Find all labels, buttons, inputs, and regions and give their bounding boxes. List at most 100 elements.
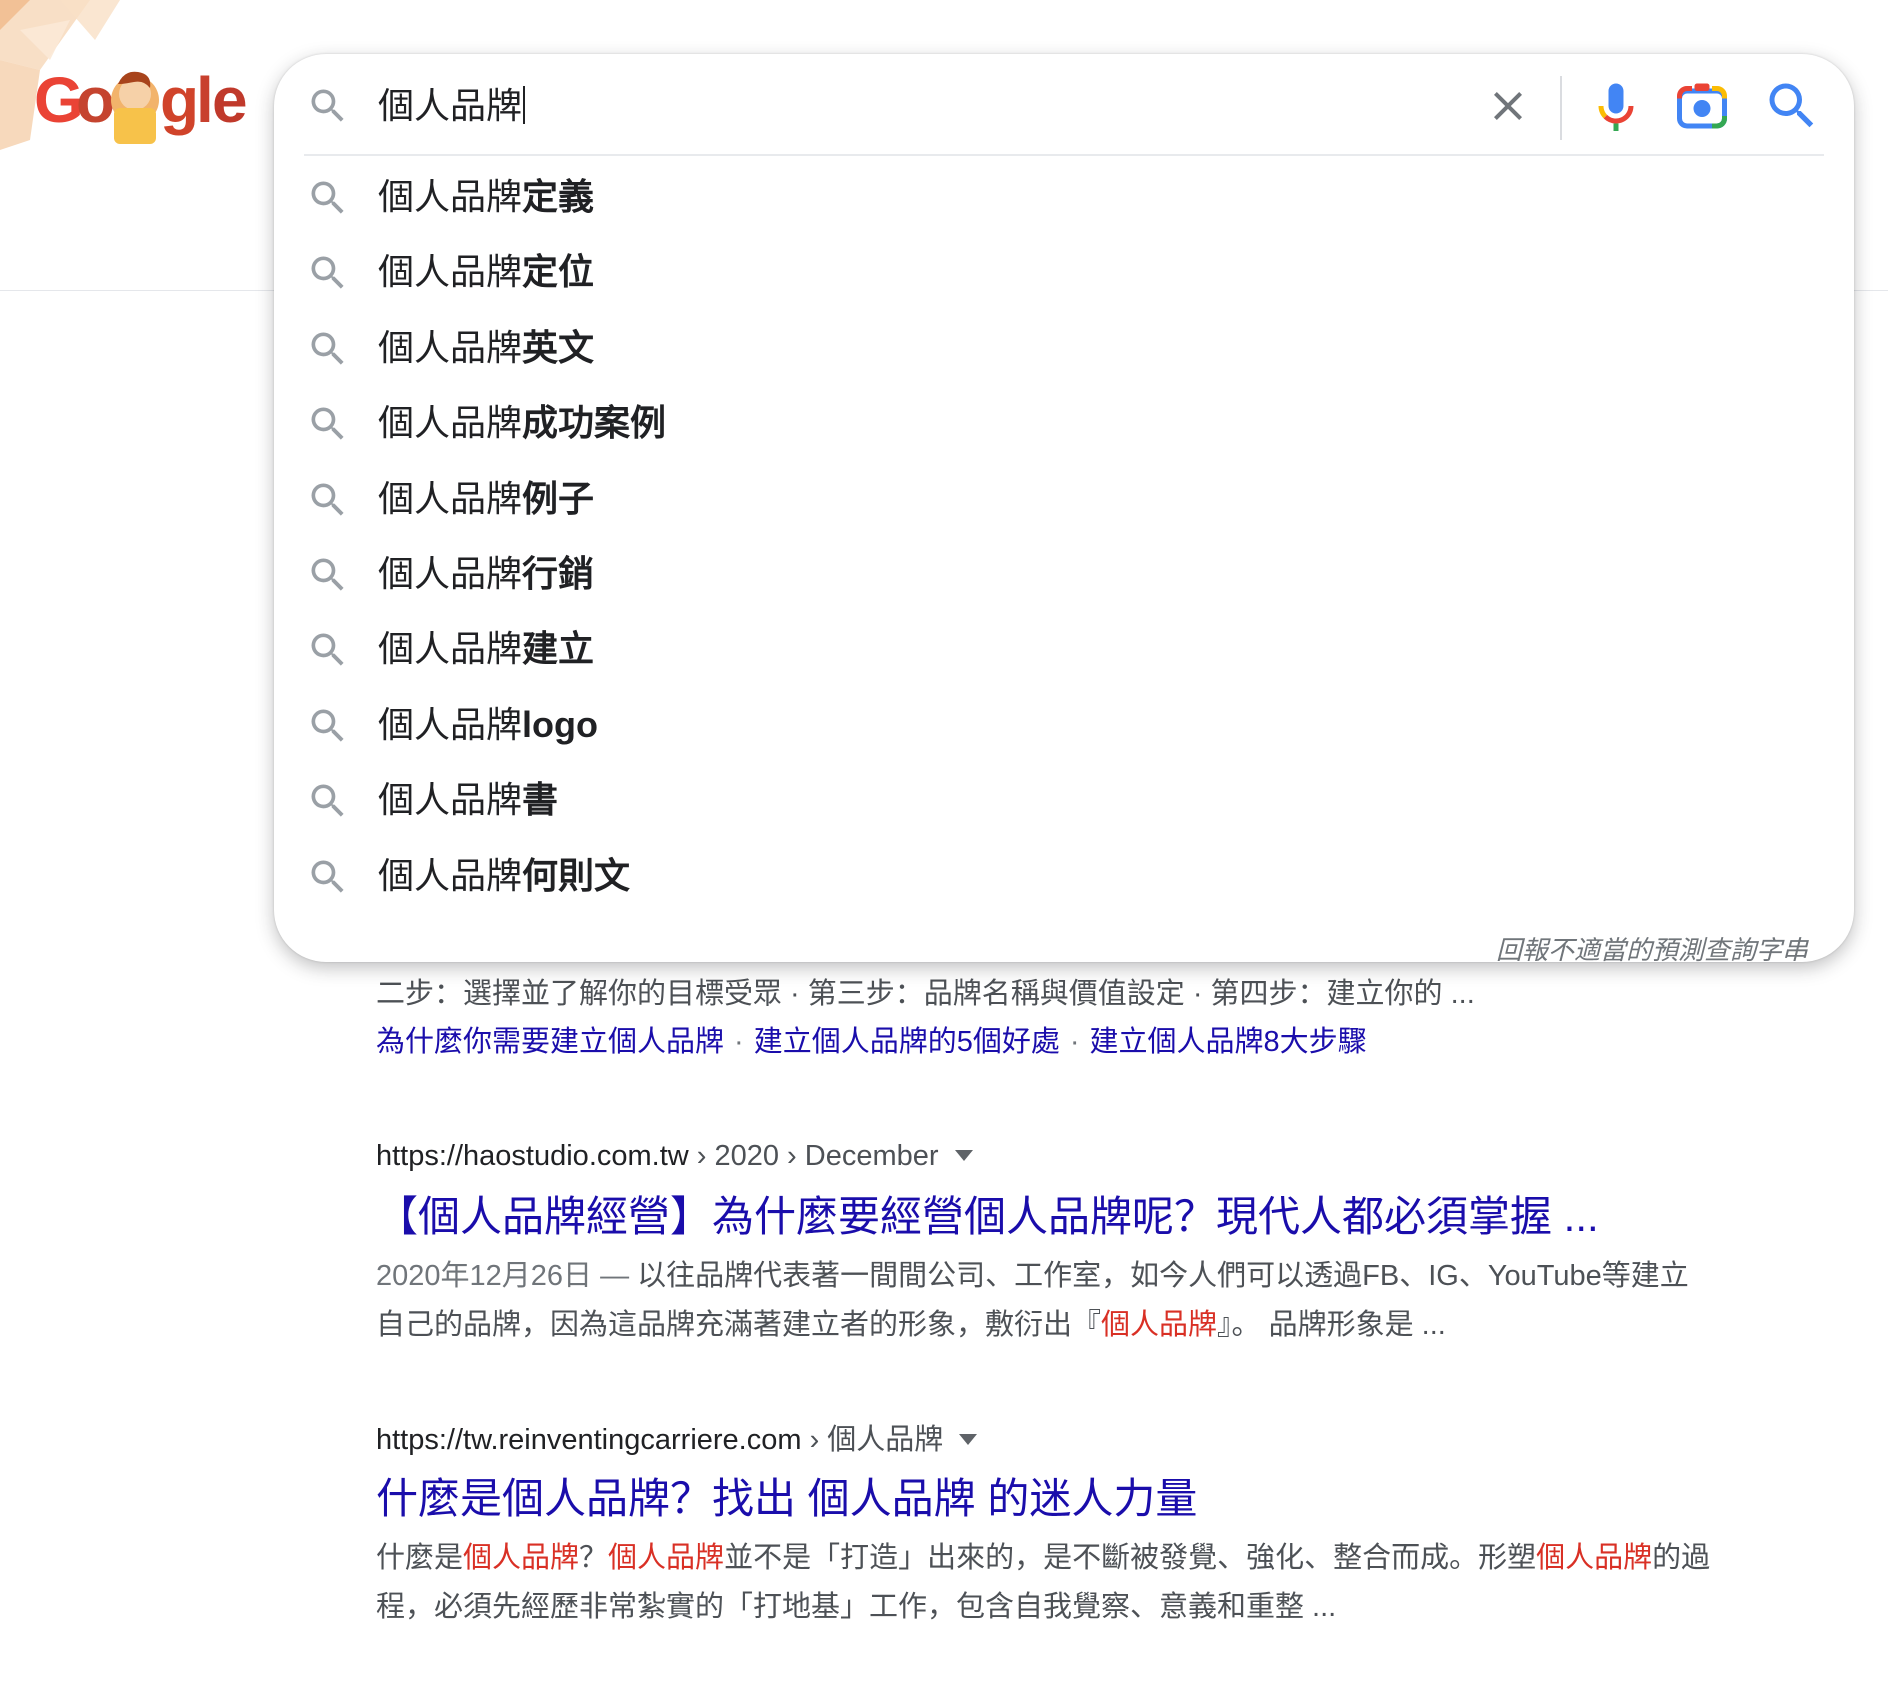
camera-lens-icon bbox=[1677, 83, 1727, 129]
search-input[interactable]: 個人品牌 bbox=[378, 80, 526, 132]
suggestion-completion: 何則文 bbox=[522, 854, 631, 896]
suggestion-prefix: 個人品牌 bbox=[378, 552, 523, 594]
search-icon bbox=[311, 709, 344, 742]
result-snippet: 什麼是個人品牌？個人品牌並不是「打造」出來的，是不斷被發覺、強化、整合而成。形塑… bbox=[376, 1534, 1716, 1632]
clear-button[interactable] bbox=[1484, 82, 1532, 130]
search-icon bbox=[311, 181, 344, 214]
search-autocomplete-panel: 個人品牌 個人品牌定義 個人品牌定位 個人品牌英文 個人品牌成功案例 個人品牌例… bbox=[274, 54, 1854, 965]
search-icon bbox=[311, 633, 344, 666]
text-caret bbox=[523, 86, 526, 124]
suggestion-text: 個人品牌何則文 bbox=[378, 851, 630, 901]
doodle-art: G o g l e bbox=[0, 0, 248, 150]
suggestion-completion: logo bbox=[522, 703, 598, 745]
snippet-highlight: 個人品牌 bbox=[1536, 1542, 1653, 1574]
snippet-text: 』。 品牌形象是 ... bbox=[1217, 1309, 1446, 1341]
suggestions-divider bbox=[304, 154, 1824, 156]
suggestion-item[interactable]: 個人品牌書 bbox=[274, 763, 1854, 838]
suggestion-completion: 成功案例 bbox=[522, 402, 667, 444]
more-options-arrow-icon[interactable] bbox=[959, 1434, 978, 1445]
snippet-highlight: 個人品牌 bbox=[463, 1542, 580, 1574]
suggestion-text: 個人品牌行銷 bbox=[378, 549, 594, 599]
svg-text:e: e bbox=[212, 64, 248, 136]
snippet-highlight: 個人品牌 bbox=[1101, 1309, 1218, 1341]
autocomplete-suggestions: 個人品牌定義 個人品牌定位 個人品牌英文 個人品牌成功案例 個人品牌例子 個人品… bbox=[274, 160, 1854, 914]
suggestion-item[interactable]: 個人品牌例子 bbox=[274, 462, 1854, 537]
suggestion-prefix: 個人品牌 bbox=[378, 703, 523, 745]
suggestion-completion: 英文 bbox=[522, 326, 595, 368]
search-bar[interactable]: 個人品牌 bbox=[274, 54, 1854, 158]
result-url[interactable]: https://tw.reinventingcarriere.com › 個人品… bbox=[376, 1420, 978, 1460]
suggestion-item[interactable]: 個人品牌定位 bbox=[274, 235, 1854, 310]
suggestion-completion: 定位 bbox=[522, 251, 595, 293]
sitelink-separator: · bbox=[734, 1026, 744, 1058]
sitelink-eight-steps[interactable]: 建立個人品牌8大步驟 bbox=[1090, 1026, 1367, 1058]
result-title-link[interactable]: 【個人品牌經營】為什麼要經營個人品牌呢？現代人都必須掌握 ... bbox=[376, 1190, 1599, 1244]
close-icon bbox=[1494, 92, 1522, 120]
result-snippet-tail: 二步：選擇並了解你的目標受眾 · 第三步：品牌名稱與價值設定 · 第四步：建立你… bbox=[376, 978, 1475, 1010]
search-icon bbox=[1769, 83, 1814, 128]
suggestion-prefix: 個人品牌 bbox=[378, 477, 523, 519]
svg-text:g: g bbox=[160, 64, 199, 136]
suggestion-completion: 定義 bbox=[522, 176, 595, 217]
suggestion-text: 個人品牌書 bbox=[378, 775, 558, 825]
report-inappropriate-predictions-link[interactable]: 回報不適當的預測查詢字串 bbox=[1496, 930, 1808, 967]
svg-text:o: o bbox=[76, 64, 115, 136]
suggestion-prefix: 個人品牌 bbox=[378, 251, 523, 293]
sitelink-why-build[interactable]: 為什麼你需要建立個人品牌 bbox=[376, 1026, 724, 1058]
result-url-breadcrumb: › 個人品牌 bbox=[801, 1424, 944, 1456]
suggestion-item[interactable]: 個人品牌行銷 bbox=[274, 537, 1854, 612]
sitelinks: 為什麼你需要建立個人品牌 · 建立個人品牌的5個好處 · 建立個人品牌8大步驟 bbox=[376, 1020, 1367, 1064]
suggestion-item[interactable]: 個人品牌成功案例 bbox=[274, 386, 1854, 461]
search-icon bbox=[311, 860, 344, 893]
suggestion-prefix: 個人品牌 bbox=[378, 402, 523, 444]
suggestion-prefix: 個人品牌 bbox=[378, 326, 523, 368]
suggestion-text: 個人品牌英文 bbox=[378, 323, 594, 373]
suggestion-item[interactable]: 個人品牌建立 bbox=[274, 612, 1854, 687]
result-date: 2020年12月26日 — bbox=[376, 1260, 638, 1292]
suggestion-text: 個人品牌logo bbox=[378, 700, 598, 750]
suggestion-prefix: 個人品牌 bbox=[378, 176, 523, 217]
suggestion-item[interactable]: 個人品牌英文 bbox=[274, 311, 1854, 386]
search-icon bbox=[311, 483, 344, 516]
sitelink-separator: · bbox=[1069, 1026, 1080, 1058]
suggestion-text: 個人品牌建立 bbox=[378, 624, 594, 674]
suggestion-text: 個人品牌定位 bbox=[378, 247, 594, 297]
search-icon bbox=[311, 256, 344, 289]
sitelink-five-benefits[interactable]: 建立個人品牌的5個好處 bbox=[754, 1026, 1060, 1058]
voice-search-button[interactable] bbox=[1586, 76, 1646, 136]
suggestion-prefix: 個人品牌 bbox=[378, 854, 523, 896]
google-doodle-logo[interactable]: G o g l e bbox=[0, 0, 260, 160]
search-bar-divider bbox=[1560, 76, 1562, 140]
result-snippet: 2020年12月26日 — 以往品牌代表著一間間公司、工作室，如今人們可以透過F… bbox=[376, 1252, 1716, 1350]
search-icon bbox=[311, 332, 344, 365]
suggestion-completion: 書 bbox=[522, 779, 559, 821]
search-icon bbox=[311, 784, 344, 817]
search-submit-button[interactable] bbox=[1762, 76, 1822, 136]
suggestion-completion: 例子 bbox=[522, 477, 595, 519]
suggestion-text: 個人品牌成功案例 bbox=[378, 398, 666, 448]
search-icon bbox=[311, 89, 344, 122]
snippet-text: 並不是「打造」出來的，是不斷被發覺、強化、整合而成。形塑 bbox=[724, 1542, 1537, 1574]
search-query-text: 個人品牌 bbox=[378, 85, 523, 126]
snippet-text: ？ bbox=[579, 1542, 609, 1574]
result-url[interactable]: https://haostudio.com.tw › 2020 › Decemb… bbox=[376, 1136, 973, 1176]
search-icon bbox=[311, 558, 344, 591]
suggestion-text: 個人品牌定義 bbox=[378, 172, 594, 222]
suggestion-prefix: 個人品牌 bbox=[378, 628, 523, 670]
suggestion-prefix: 個人品牌 bbox=[378, 779, 523, 821]
suggestion-completion: 行銷 bbox=[522, 552, 595, 594]
suggestion-item[interactable]: 個人品牌logo bbox=[274, 688, 1854, 763]
search-icon bbox=[311, 407, 344, 440]
microphone-icon bbox=[1598, 83, 1634, 131]
suggestion-text: 個人品牌例子 bbox=[378, 474, 594, 524]
snippet-highlight: 個人品牌 bbox=[608, 1542, 725, 1574]
snippet-text: 什麼是 bbox=[376, 1542, 464, 1574]
result-url-breadcrumb: › 2020 › December bbox=[688, 1140, 939, 1172]
result-title-link[interactable]: 什麼是個人品牌？找出 個人品牌 的迷人力量 bbox=[376, 1472, 1197, 1526]
more-options-arrow-icon[interactable] bbox=[954, 1150, 973, 1161]
image-search-button[interactable] bbox=[1672, 76, 1732, 136]
result-url-domain: https://haostudio.com.tw bbox=[376, 1140, 689, 1172]
suggestion-item[interactable]: 個人品牌何則文 bbox=[274, 839, 1854, 914]
suggestion-item[interactable]: 個人品牌定義 bbox=[274, 160, 1854, 235]
suggestion-completion: 建立 bbox=[522, 628, 595, 670]
